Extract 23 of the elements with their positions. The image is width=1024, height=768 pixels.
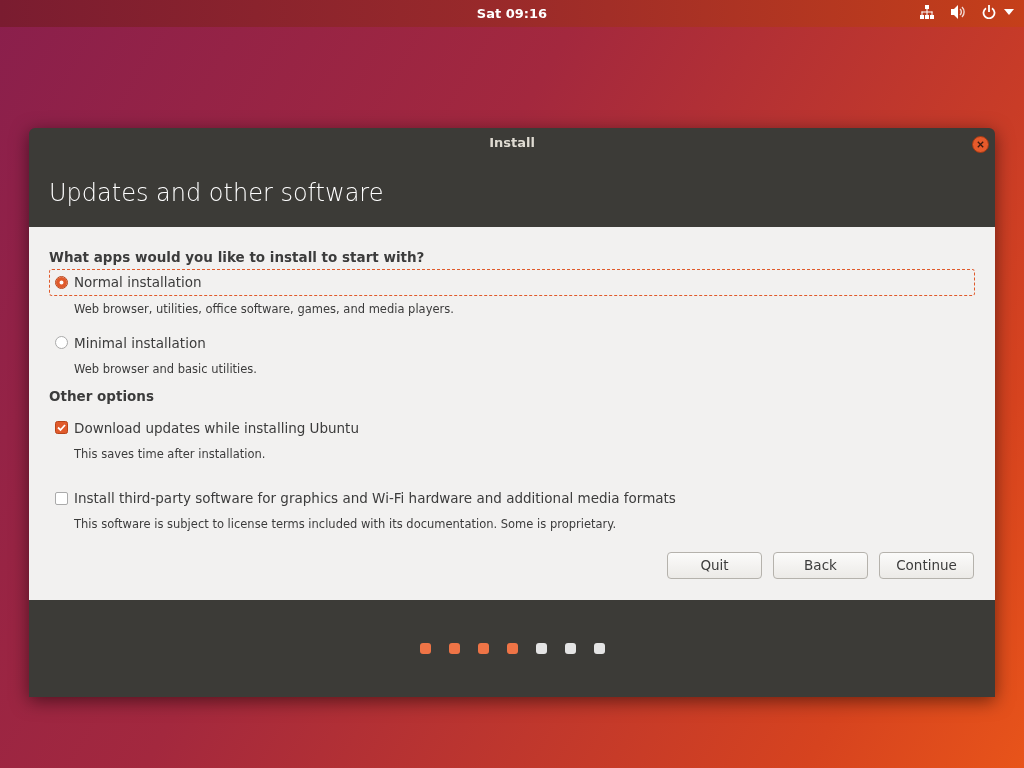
checkbox[interactable] bbox=[55, 421, 68, 435]
radio-option[interactable]: Normal installation bbox=[49, 269, 975, 296]
checkbox-label[interactable]: Install third-party software for graphics and Wi-Fi hardware and additional media formats bbox=[74, 488, 676, 509]
section-heading: Other options bbox=[49, 388, 154, 405]
radio-option[interactable]: Minimal installation bbox=[49, 329, 975, 356]
quit-button[interactable]: Quit bbox=[667, 552, 762, 579]
option-description: Web browser, utilities, office software, games, and media players. bbox=[74, 301, 454, 316]
checkbox[interactable] bbox=[55, 491, 68, 505]
clock[interactable]: Sat 09:16 bbox=[476, 4, 548, 24]
option-description: This software is subject to license terms included with its documentation. Some is proprietary. bbox=[74, 517, 617, 532]
caret-icon[interactable] bbox=[1004, 9, 1014, 15]
back-button[interactable]: Back bbox=[773, 552, 868, 579]
network-icon[interactable] bbox=[920, 5, 934, 19]
window-title: Install bbox=[489, 134, 535, 153]
close-icon[interactable] bbox=[972, 136, 989, 153]
option-description: This saves time after installation. bbox=[74, 446, 266, 461]
section-heading: What apps would you like to install to start with? bbox=[49, 249, 425, 265]
page-heading: Updates and other software bbox=[49, 179, 384, 207]
checkbox-label[interactable]: Download updates while installing Ubuntu bbox=[74, 417, 359, 438]
volume-icon[interactable] bbox=[950, 5, 966, 19]
continue-button[interactable]: Continue bbox=[879, 552, 974, 579]
option-description: Web browser and basic utilities. bbox=[74, 362, 257, 376]
power-icon[interactable] bbox=[982, 5, 996, 19]
